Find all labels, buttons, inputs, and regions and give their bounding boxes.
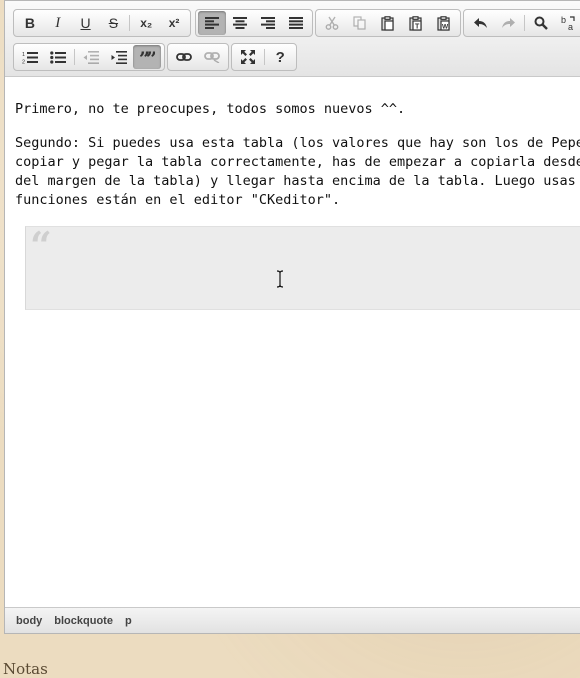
maximize-button[interactable] [234,45,262,69]
cut-icon [325,16,339,30]
undo-button[interactable] [466,11,494,35]
unlink-button[interactable] [198,45,226,69]
unlink-icon [204,52,220,63]
replace-button[interactable]: ba [555,11,580,35]
notes-label: Notas [3,660,48,678]
quote-mark-icon: “ [30,223,52,268]
cut-button[interactable] [318,11,346,35]
blockquote-icon: ”” [139,51,155,63]
about-button[interactable]: ? [267,45,295,69]
align-group [195,9,313,37]
link-button[interactable] [170,45,198,69]
path-item-body[interactable]: body [16,615,42,627]
svg-text:2: 2 [22,59,25,64]
toolbar-separator [129,15,131,31]
paste-text-button[interactable]: T [402,11,430,35]
toolbar-separator [74,49,75,65]
bulleted-list-icon [50,50,66,64]
underline-button[interactable]: U [72,11,100,35]
tools-group: ? [231,43,297,71]
subscript-button[interactable]: x₂ [132,11,160,35]
align-center-button[interactable] [226,11,254,35]
link-icon [176,53,192,61]
editor-toolbar: B I U S x₂ x² T W b a 1 2 ” ? [5,1,580,77]
paragraph-line: copiar y pegar la tabla correctamente, h… [15,154,580,170]
paragraph-line: Segundo: Si puedes usa esta tabla (los v… [15,135,580,151]
justify-icon [289,17,303,29]
align-left-icon [205,17,219,29]
svg-text:1: 1 [22,52,25,58]
toolbar-separator [524,15,525,31]
paragraph: Segundo: Si puedes usa esta tabla (los v… [15,134,580,210]
blockquote-button[interactable]: ”” [133,45,161,69]
redo-button[interactable] [494,11,522,35]
paste-text-icon: T [409,15,422,31]
redo-icon [501,18,515,28]
paste-icon [381,15,394,31]
lists-group: 12 ”” [13,43,165,71]
svg-text:a: a [568,22,573,31]
outdent-button[interactable] [77,45,105,69]
paste-word-button[interactable]: W [430,11,458,35]
outdent-icon [83,50,99,64]
svg-text:T: T [415,23,420,30]
align-left-button[interactable] [198,11,226,35]
svg-text:b: b [561,15,566,25]
basic-styles-group: B I U S x₂ x² [13,9,191,37]
find-icon [534,16,548,30]
path-item-p[interactable]: p [125,615,132,627]
svg-text:”: ” [146,51,155,63]
justify-button[interactable] [282,11,310,35]
indent-icon [111,50,127,64]
numbered-list-button[interactable]: 12 [16,45,44,69]
bold-button[interactable]: B [16,11,44,35]
copy-button[interactable] [346,11,374,35]
svg-text:W: W [442,23,449,30]
find-button[interactable] [527,11,555,35]
maximize-icon [240,50,255,64]
numbered-list-icon: 12 [22,51,38,64]
editor-content-area[interactable]: Primero, no te preocupes, todos somos nu… [5,78,580,608]
superscript-button[interactable]: x² [160,11,188,35]
element-path-bar: body blockquote p [5,607,580,633]
replace-icon: ba [561,15,575,31]
links-group [167,43,229,71]
align-right-icon [261,17,275,29]
bulleted-list-button[interactable] [44,45,72,69]
strike-button[interactable]: S [99,11,127,35]
italic-button[interactable]: I [44,11,72,35]
text-cursor-icon [276,270,284,288]
align-center-icon [233,17,247,29]
paste-button[interactable] [374,11,402,35]
clipboard-group: T W [315,9,461,37]
path-item-blockquote[interactable]: blockquote [54,615,113,627]
indent-button[interactable] [105,45,133,69]
blockquote[interactable]: “ [25,226,580,310]
align-right-button[interactable] [254,11,282,35]
paragraph-line: funciones están en el editor "CKeditor". [15,192,341,208]
rich-text-editor: B I U S x₂ x² T W b a 1 2 ” ? Primero, n… [4,0,580,634]
copy-icon [353,16,366,30]
paragraph-line: del margen de la tabla) y llegar hasta e… [15,173,580,189]
history-group: ba [463,9,580,37]
undo-icon [473,18,487,28]
paste-word-icon: W [437,15,450,31]
toolbar-separator [263,49,265,65]
paragraph: Primero, no te preocupes, todos somos nu… [15,101,406,117]
